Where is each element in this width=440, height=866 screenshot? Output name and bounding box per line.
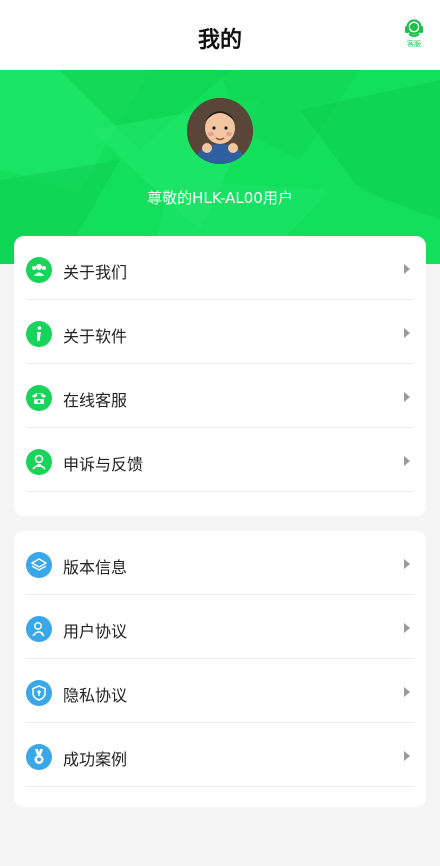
chevron-right-icon <box>404 264 410 274</box>
feedback-icon <box>26 449 52 475</box>
users-icon <box>26 257 52 283</box>
customer-service-button[interactable]: 客服 <box>402 18 426 49</box>
top-bar: 我的 客服 <box>0 0 440 70</box>
shield-icon <box>26 680 52 706</box>
info-icon <box>26 321 52 347</box>
chevron-right-icon <box>404 392 410 402</box>
menu-item-privacy-agreement[interactable]: 隐私协议 <box>26 659 414 723</box>
username: 尊敬的HLK-AL00用户 <box>147 189 293 207</box>
menu-item-user-agreement[interactable]: 用户协议 <box>26 595 414 659</box>
layers-icon <box>26 552 52 578</box>
user-agreement-icon <box>26 616 52 642</box>
avatar-image <box>187 98 253 164</box>
customer-service-label: 客服 <box>407 40 421 48</box>
menu-item-label: 在线客服 <box>63 391 128 410</box>
phone-icon <box>26 385 52 411</box>
menu-item-label: 用户协议 <box>63 622 128 641</box>
chevron-right-icon <box>404 623 410 633</box>
avatar[interactable] <box>187 98 253 164</box>
menu-card-primary: 关于我们 关于软件 在线客服 申诉与反馈 <box>14 236 426 516</box>
menu-item-label: 关于软件 <box>63 327 128 346</box>
menu-item-version-info[interactable]: 版本信息 <box>26 531 414 595</box>
menu-item-about-software[interactable]: 关于软件 <box>26 300 414 364</box>
chevron-right-icon <box>404 751 410 761</box>
menu-item-feedback[interactable]: 申诉与反馈 <box>26 428 414 492</box>
chevron-right-icon <box>404 456 410 466</box>
menu-item-success-cases[interactable]: 成功案例 <box>26 723 414 787</box>
menu-item-label: 关于我们 <box>63 263 128 282</box>
chevron-right-icon <box>404 328 410 338</box>
menu-item-label: 隐私协议 <box>63 686 128 705</box>
menu-card-secondary: 版本信息 用户协议 隐私协议 成功案例 <box>14 531 426 807</box>
headset-icon <box>405 19 423 37</box>
medal-icon <box>26 744 52 770</box>
menu-item-label: 版本信息 <box>63 558 128 577</box>
menu-item-label: 申诉与反馈 <box>63 455 144 474</box>
menu-item-about-us[interactable]: 关于我们 <box>26 236 414 300</box>
chevron-right-icon <box>404 559 410 569</box>
menu-item-label: 成功案例 <box>63 750 128 769</box>
page-title: 我的 <box>197 28 242 53</box>
menu-item-online-service[interactable]: 在线客服 <box>26 364 414 428</box>
chevron-right-icon <box>404 687 410 697</box>
